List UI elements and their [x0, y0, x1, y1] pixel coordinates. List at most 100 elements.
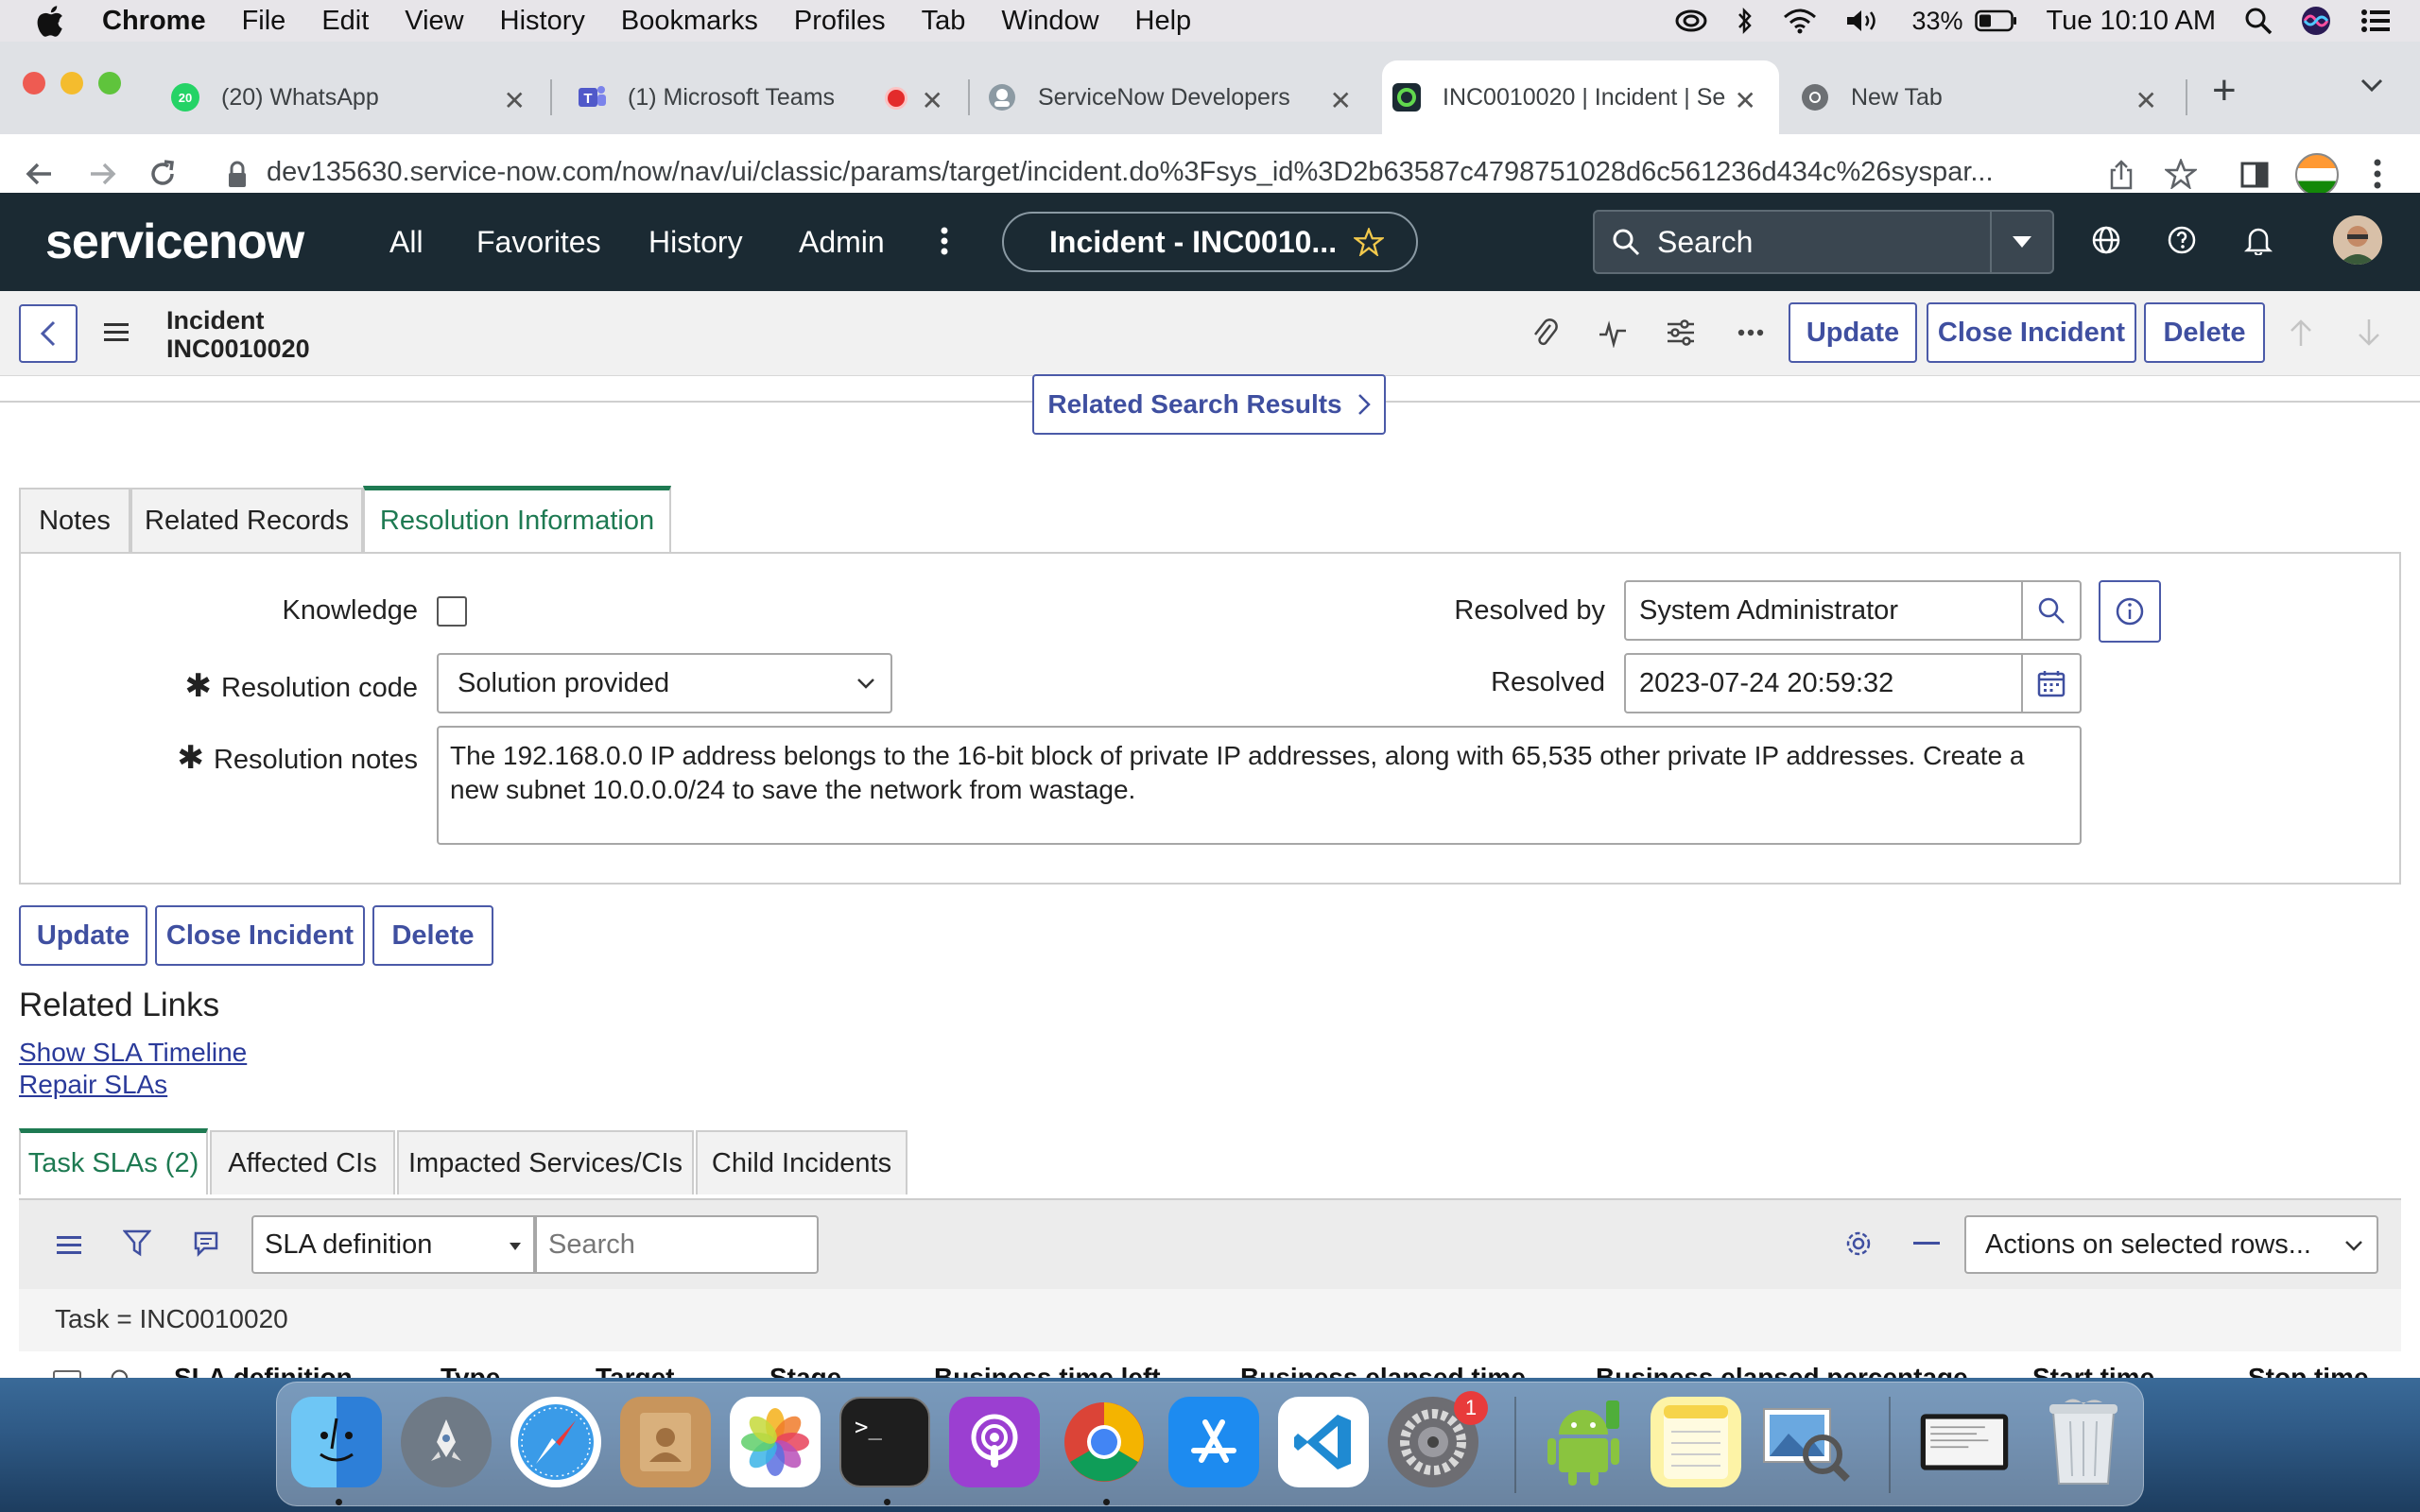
- tab-related-records[interactable]: Related Records: [130, 488, 363, 552]
- vscode-icon[interactable]: [1278, 1397, 1369, 1487]
- form-update-button[interactable]: Update: [19, 905, 147, 966]
- side-panel-icon[interactable]: [2240, 161, 2269, 189]
- actions-on-selected-rows-select[interactable]: Actions on selected rows...: [1964, 1215, 2378, 1274]
- list-field-select[interactable]: SLA definition: [251, 1215, 535, 1274]
- related-search-results-button[interactable]: Related Search Results: [1032, 374, 1386, 435]
- wifi-icon[interactable]: [1783, 8, 1817, 34]
- tab-affected-cis[interactable]: Affected CIs: [210, 1130, 395, 1194]
- contacts-icon[interactable]: [620, 1397, 711, 1487]
- close-tab-icon[interactable]: ✕: [2135, 85, 2157, 116]
- tab-impacted-services[interactable]: Impacted Services/CIs: [397, 1130, 694, 1194]
- chrome-icon[interactable]: [1059, 1397, 1150, 1487]
- launchpad-icon[interactable]: [401, 1397, 492, 1487]
- help-icon[interactable]: [2167, 225, 2197, 255]
- screenshot-icon[interactable]: [1919, 1397, 2010, 1487]
- notifications-bell-icon[interactable]: [2244, 225, 2273, 255]
- tab-new-tab[interactable]: New Tab ✕: [1783, 60, 2180, 134]
- menu-edit[interactable]: Edit: [321, 6, 369, 37]
- nav-admin[interactable]: Admin: [799, 225, 885, 260]
- notes-icon[interactable]: [1651, 1397, 1741, 1487]
- context-pill[interactable]: Incident - INC0010...: [1002, 212, 1418, 272]
- resolved-calendar-button[interactable]: [2021, 653, 2082, 713]
- knowledge-checkbox[interactable]: [437, 596, 467, 627]
- resolved-by-input[interactable]: System Administrator: [1624, 580, 2023, 641]
- header-delete-button[interactable]: Delete: [2144, 302, 2265, 363]
- list-menu-icon[interactable]: [57, 1234, 81, 1255]
- close-tab-icon[interactable]: ✕: [922, 85, 943, 116]
- filter-funnel-icon[interactable]: [123, 1228, 151, 1257]
- android-file-transfer-icon[interactable]: [1541, 1397, 1632, 1487]
- resolution-notes-textarea[interactable]: The 192.168.0.0 IP address belongs to th…: [437, 726, 2082, 845]
- servicenow-logo[interactable]: servicenow: [45, 214, 304, 270]
- tab-task-slas[interactable]: Task SLAs (2): [19, 1128, 208, 1194]
- menu-window[interactable]: Window: [1001, 6, 1098, 37]
- resolved-by-lookup-button[interactable]: [2021, 580, 2082, 641]
- nav-favorites[interactable]: Favorites: [476, 225, 601, 260]
- menu-clock[interactable]: Tue 10:10 AM: [2047, 6, 2216, 37]
- globe-icon[interactable]: [2091, 225, 2121, 255]
- global-search[interactable]: Search: [1593, 210, 2054, 274]
- photos-icon[interactable]: [730, 1397, 821, 1487]
- previous-record-arrow-icon[interactable]: [2288, 318, 2314, 348]
- more-menu-icon[interactable]: [940, 225, 949, 257]
- safari-icon[interactable]: [510, 1397, 601, 1487]
- form-close-incident-button[interactable]: Close Incident: [155, 905, 365, 966]
- volume-icon[interactable]: [1845, 8, 1883, 34]
- bluetooth-icon[interactable]: [1736, 7, 1754, 35]
- control-center-icon[interactable]: [2360, 8, 2392, 34]
- menu-help[interactable]: Help: [1135, 6, 1192, 37]
- favorite-star-icon[interactable]: [1354, 228, 1385, 256]
- user-avatar[interactable]: [2333, 215, 2382, 265]
- attachment-paperclip-icon[interactable]: [1531, 316, 1558, 350]
- filter-condition[interactable]: Task = INC0010020: [55, 1304, 288, 1334]
- hamburger-menu-icon[interactable]: [104, 321, 129, 342]
- nav-history[interactable]: History: [648, 225, 743, 260]
- list-comments-icon[interactable]: [193, 1230, 219, 1257]
- tab-search-chevron-icon[interactable]: [2360, 77, 2384, 93]
- creative-cloud-icon[interactable]: [1675, 9, 1707, 33]
- repair-slas-link[interactable]: Repair SLAs: [19, 1070, 167, 1100]
- bookmark-star-icon[interactable]: [2165, 159, 2197, 189]
- share-icon[interactable]: [2108, 159, 2135, 191]
- header-update-button[interactable]: Update: [1789, 302, 1917, 363]
- preview-icon[interactable]: [1760, 1397, 1851, 1487]
- chrome-menu-icon[interactable]: [2373, 157, 2382, 191]
- tab-whatsapp[interactable]: 20 (20) WhatsApp ✕: [151, 60, 548, 134]
- trash-icon[interactable]: [2038, 1397, 2129, 1487]
- list-search-input[interactable]: Search: [535, 1215, 819, 1274]
- window-zoom-button[interactable]: [98, 72, 121, 94]
- app-store-icon[interactable]: [1168, 1397, 1259, 1487]
- header-close-incident-button[interactable]: Close Incident: [1927, 302, 2136, 363]
- forward-arrow-icon[interactable]: [87, 159, 117, 189]
- menu-bookmarks[interactable]: Bookmarks: [621, 6, 758, 37]
- close-tab-icon[interactable]: ✕: [1735, 85, 1756, 116]
- activity-pulse-icon[interactable]: [1598, 318, 1628, 348]
- apple-logo-icon[interactable]: [36, 5, 70, 37]
- collapse-list-icon[interactable]: [1913, 1242, 1940, 1245]
- tab-microsoft-teams[interactable]: T (1) Microsoft Teams ✕: [560, 60, 966, 134]
- nav-all[interactable]: All: [389, 225, 424, 260]
- window-minimize-button[interactable]: [60, 72, 83, 94]
- podcasts-icon[interactable]: [949, 1397, 1040, 1487]
- siri-icon[interactable]: [2301, 6, 2331, 36]
- menu-view[interactable]: View: [405, 6, 463, 37]
- battery-icon[interactable]: [1974, 9, 2018, 32]
- resolution-code-select[interactable]: Solution provided: [437, 653, 892, 713]
- system-preferences-icon[interactable]: 1: [1388, 1391, 1488, 1487]
- back-button[interactable]: [19, 304, 78, 363]
- tab-notes[interactable]: Notes: [19, 488, 130, 552]
- close-tab-icon[interactable]: ✕: [1330, 85, 1352, 116]
- show-sla-timeline-link[interactable]: Show SLA Timeline: [19, 1038, 247, 1068]
- lock-icon[interactable]: [227, 161, 248, 189]
- personalize-sliders-icon[interactable]: [1666, 318, 1696, 348]
- window-close-button[interactable]: [23, 72, 45, 94]
- menu-profiles[interactable]: Profiles: [794, 6, 886, 37]
- spotlight-search-icon[interactable]: [2244, 7, 2273, 35]
- reload-icon[interactable]: [147, 159, 178, 189]
- back-arrow-icon[interactable]: [25, 159, 55, 189]
- new-tab-plus-icon[interactable]: +: [2212, 70, 2237, 112]
- terminal-icon[interactable]: >_: [839, 1397, 930, 1487]
- resolved-by-info-button[interactable]: [2099, 580, 2161, 643]
- tab-servicenow-developers[interactable]: ServiceNow Developers ✕: [977, 60, 1374, 134]
- form-delete-button[interactable]: Delete: [372, 905, 493, 966]
